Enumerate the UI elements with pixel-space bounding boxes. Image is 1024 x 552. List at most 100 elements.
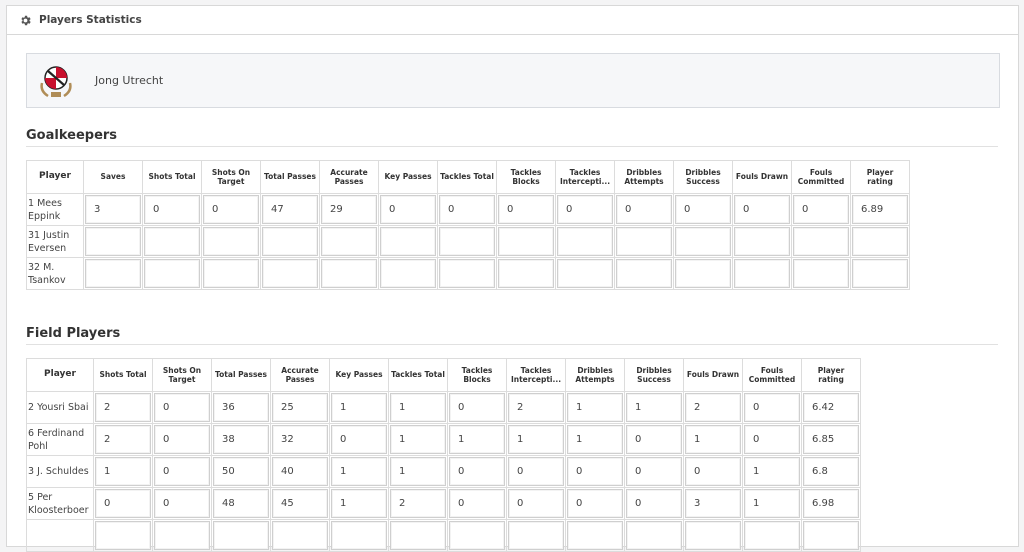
column-header: Shots On Target	[152, 358, 212, 392]
stat-cell	[142, 225, 202, 258]
stat-cell: 47	[260, 193, 320, 226]
stat-value	[744, 521, 800, 550]
goalkeepers-table: Player Saves Shots Total Shots On Target Tot…	[26, 160, 910, 290]
table-row: 6 Ferdinand Pohl 2 0 38 32 0 1 1 1 1 0 1 0 6.85	[26, 423, 861, 456]
stat-value: 0	[508, 489, 564, 518]
stat-value	[331, 521, 387, 550]
stat-cell: 1	[388, 423, 448, 456]
stat-cell: 1	[565, 423, 625, 456]
stat-cell: 1	[742, 455, 802, 488]
column-header: Fouls Drawn	[683, 358, 743, 392]
stat-cell: 45	[270, 487, 330, 520]
stat-cell: 6.89	[850, 193, 910, 226]
stat-value	[685, 521, 741, 550]
stat-value: 0	[95, 489, 151, 518]
stat-value: 36	[213, 393, 269, 422]
table-row: 3 J. Schuldes 1 0 50 40 1 1 0 0 0 0 0 1 6.8	[26, 455, 861, 488]
stat-cell: 0	[152, 455, 212, 488]
stat-value: 1	[744, 489, 800, 518]
panel-title: Players Statistics	[39, 14, 142, 26]
column-header: Key Passes	[378, 160, 438, 194]
panel-header: Players Statistics	[7, 6, 1018, 35]
stat-cell: 2	[506, 391, 566, 424]
stat-cell	[260, 225, 320, 258]
player-name[interactable]: 3 J. Schuldes	[26, 455, 94, 488]
stat-cell	[83, 257, 143, 290]
stat-cell: 32	[270, 423, 330, 456]
stat-value	[439, 259, 495, 288]
stat-cell	[152, 519, 212, 552]
stat-cell: 0	[506, 487, 566, 520]
stat-cell: 0	[447, 487, 507, 520]
stat-value	[449, 521, 505, 550]
player-name[interactable]: 6 Ferdinand Pohl	[26, 423, 94, 456]
stat-cell: 6.85	[801, 423, 861, 456]
stat-value	[321, 227, 377, 256]
column-header: Tackles Blocks	[447, 358, 507, 392]
stat-cell: 1	[388, 455, 448, 488]
stat-cell: 0	[447, 455, 507, 488]
stat-value: 1	[390, 425, 446, 454]
stat-value	[508, 521, 564, 550]
stat-cell: 0	[142, 193, 202, 226]
stat-cell: 1	[447, 423, 507, 456]
stat-value	[95, 521, 151, 550]
stat-value	[85, 259, 141, 288]
stat-cell	[801, 519, 861, 552]
player-name[interactable]: 5 Per Kloosterboer	[26, 487, 94, 520]
player-name[interactable]	[26, 519, 94, 552]
stat-value	[852, 259, 908, 288]
stat-value	[734, 227, 790, 256]
stat-cell	[319, 257, 379, 290]
table-row: 32 M. Tsankov	[26, 257, 910, 290]
stat-cell: 50	[211, 455, 271, 488]
stat-cell	[555, 257, 615, 290]
stat-value: 3	[85, 195, 141, 224]
column-header: Key Passes	[329, 358, 389, 392]
stat-value: 0	[144, 195, 200, 224]
stat-value	[262, 259, 318, 288]
column-header: Tackles Total	[437, 160, 497, 194]
stat-cell: 0	[496, 193, 556, 226]
stat-value: 3	[685, 489, 741, 518]
stat-cell: 0	[624, 455, 684, 488]
stat-cell	[201, 257, 261, 290]
stat-cell: 0	[93, 487, 153, 520]
stat-cell: 0	[742, 391, 802, 424]
stat-value: 50	[213, 457, 269, 486]
stat-cell: 29	[319, 193, 379, 226]
stat-cell: 2	[388, 487, 448, 520]
field-players-heading: Field Players	[26, 326, 998, 345]
stat-value: 2	[508, 393, 564, 422]
player-name[interactable]: 32 M. Tsankov	[26, 257, 84, 290]
stat-value	[626, 521, 682, 550]
stat-value: 0	[154, 425, 210, 454]
stat-cell: 0	[201, 193, 261, 226]
stat-cell	[791, 225, 851, 258]
gear-icon	[21, 15, 31, 25]
player-name[interactable]: 1 Mees Eppink	[26, 193, 84, 226]
stat-cell: 0	[614, 193, 674, 226]
stat-cell	[437, 225, 497, 258]
stat-cell: 1	[329, 391, 389, 424]
stat-value	[390, 521, 446, 550]
stat-value: 0	[331, 425, 387, 454]
stat-value: 40	[272, 457, 328, 486]
table-row: 2 Yousri Sbai 2 0 36 25 1 1 0 2 1 1 2 0 6.42	[26, 391, 861, 424]
stat-value: 0	[439, 195, 495, 224]
stat-value	[616, 227, 672, 256]
stat-value	[439, 227, 495, 256]
stat-cell: 0	[506, 455, 566, 488]
player-name[interactable]: 2 Yousri Sbai	[26, 391, 94, 424]
stat-cell: 0	[152, 487, 212, 520]
stat-cell: 0	[673, 193, 733, 226]
player-name[interactable]: 31 Justin Eversen	[26, 225, 84, 258]
stat-value	[793, 259, 849, 288]
stat-cell	[742, 519, 802, 552]
stat-value	[557, 227, 613, 256]
column-header: Shots On Target	[201, 160, 261, 194]
stat-cell	[565, 519, 625, 552]
stat-cell: 6.98	[801, 487, 861, 520]
stat-value: 1	[567, 425, 623, 454]
stat-value: 48	[213, 489, 269, 518]
